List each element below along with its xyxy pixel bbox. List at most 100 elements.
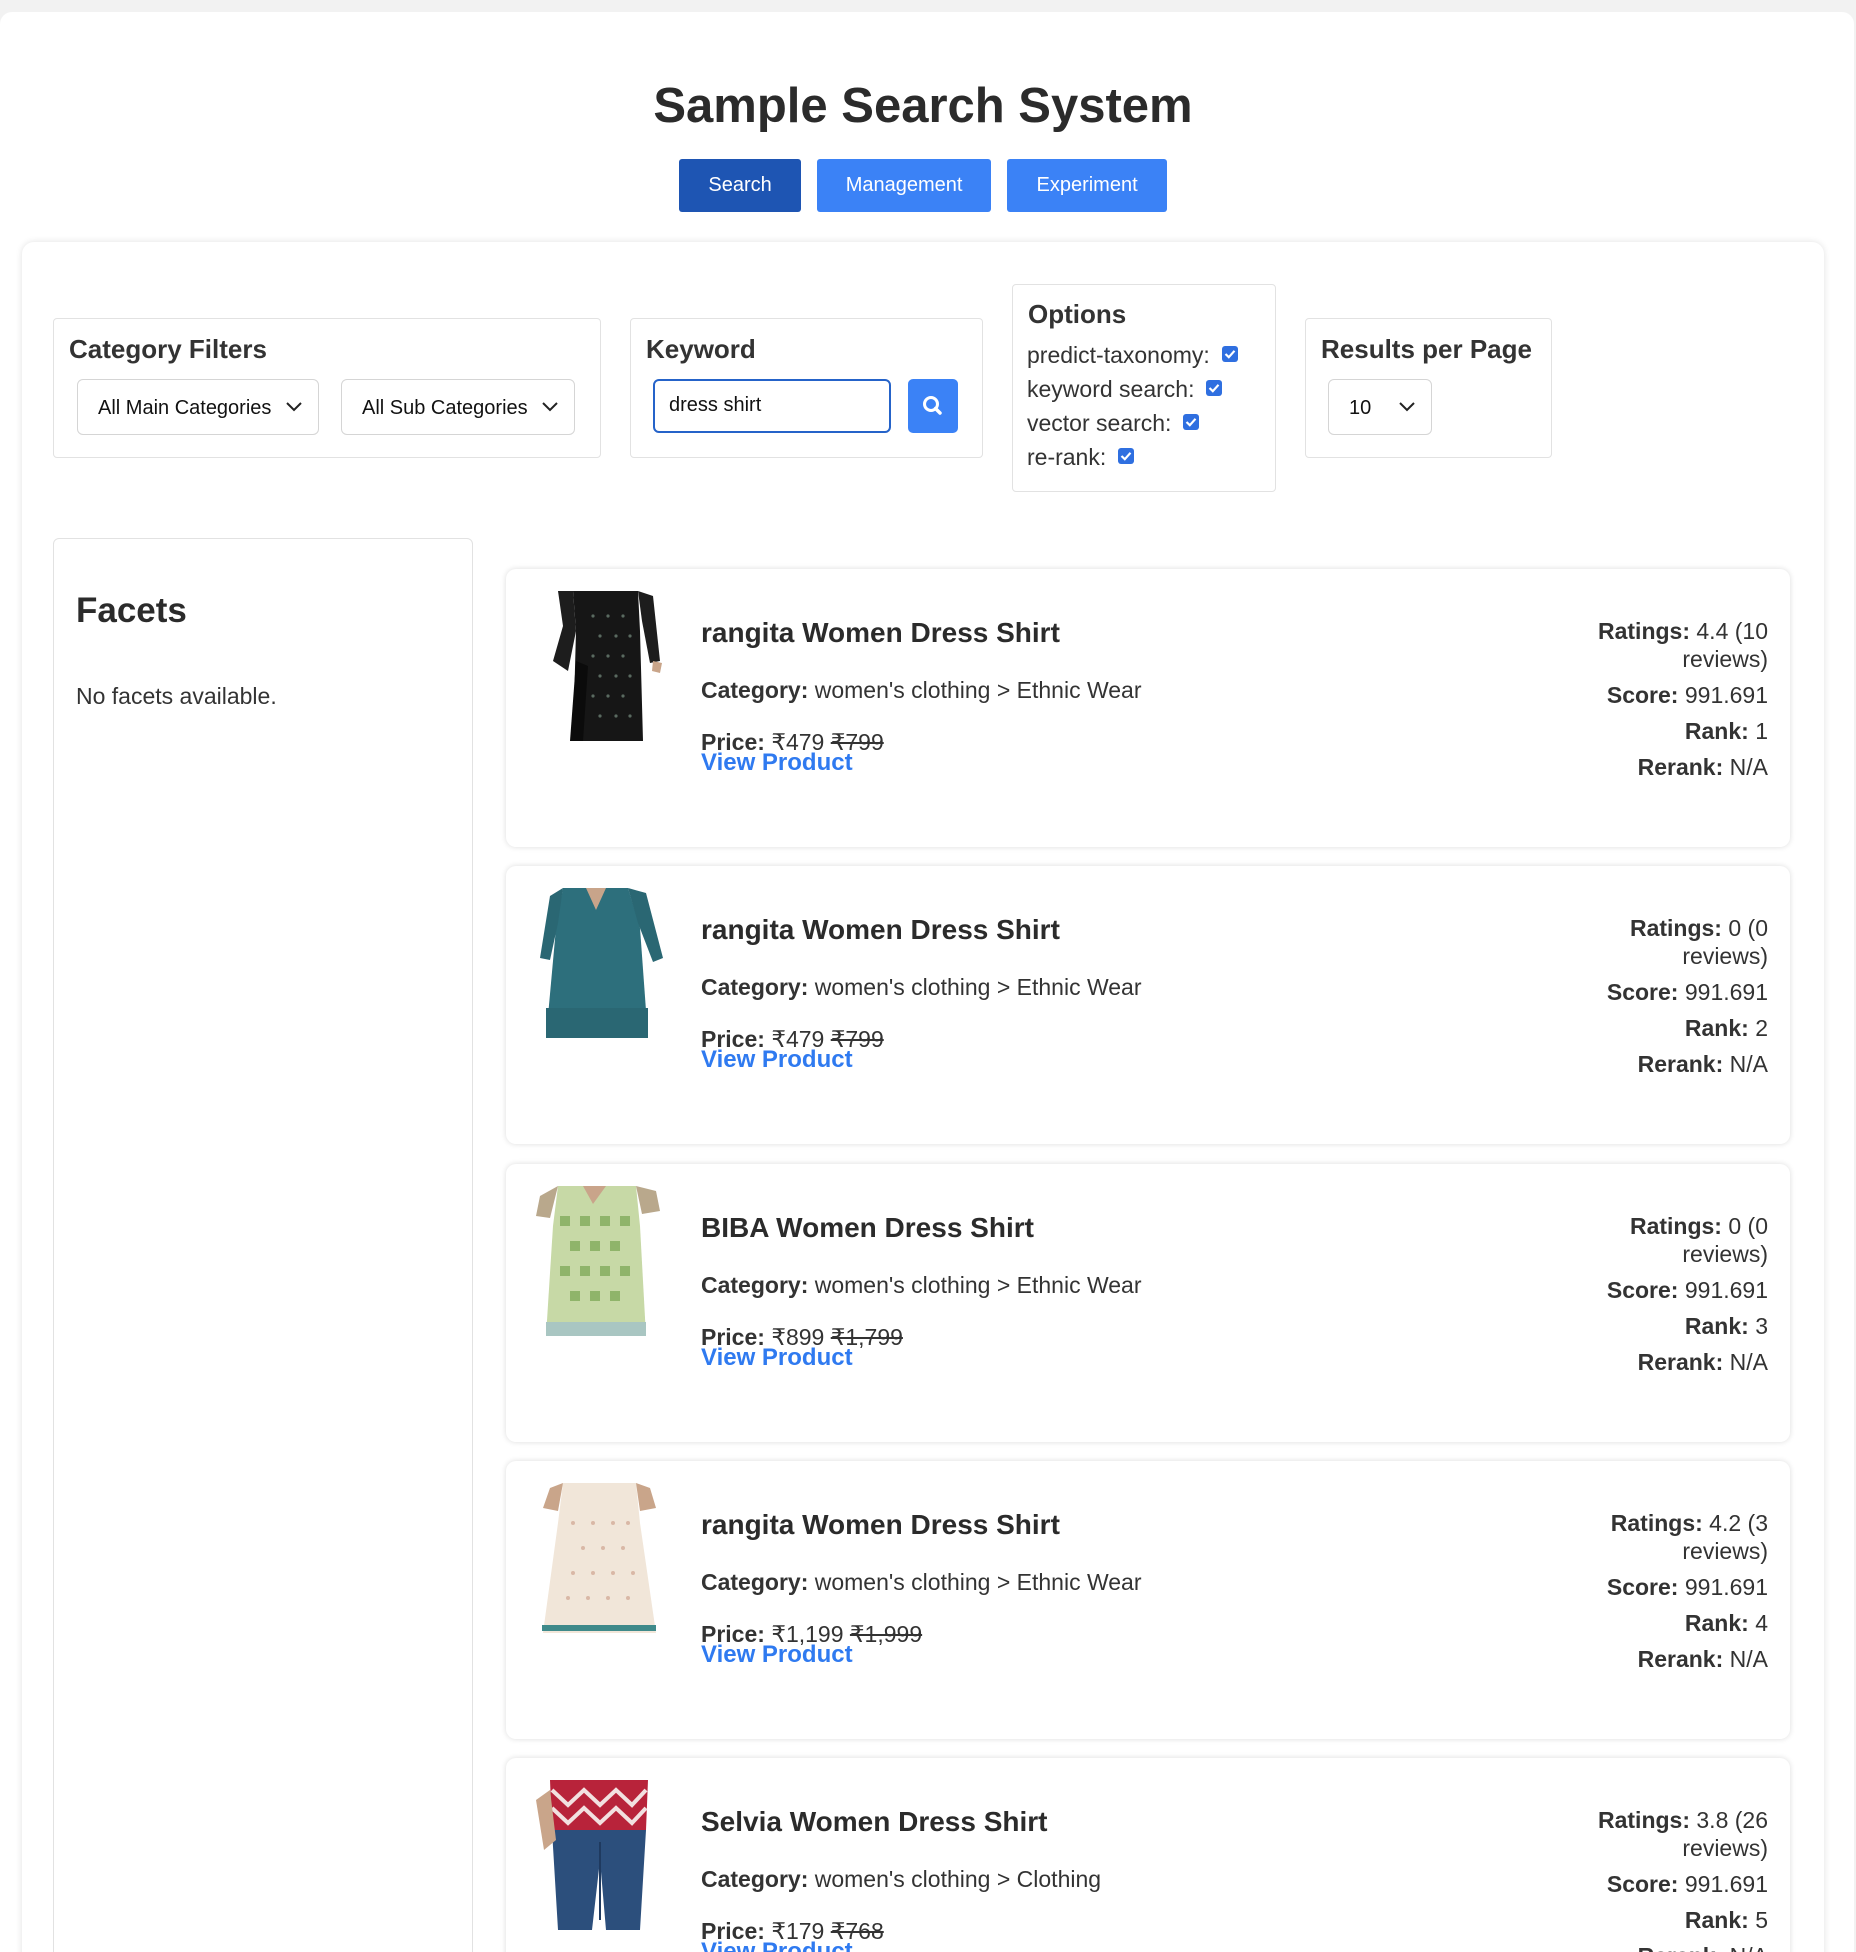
rank-label: Rank:: [1684, 1610, 1749, 1636]
chevron-down-icon: [1399, 402, 1415, 412]
result-stats: Ratings: 0 (0 reviews) Score: 991.691 Ra…: [1548, 1212, 1768, 1376]
category-filters-title: Category Filters: [69, 334, 267, 364]
re-rank-checkbox[interactable]: [1118, 447, 1135, 464]
option-vector-search: vector search:: [1027, 408, 1200, 438]
rerank-value: N/A: [1729, 1051, 1768, 1077]
keyword-search-checkbox[interactable]: [1206, 379, 1223, 396]
tab-management[interactable]: Management: [816, 159, 992, 212]
category-label: Category:: [701, 974, 809, 1000]
product-name: rangita Women Dress Shirt: [701, 1509, 1060, 1540]
score-label: Score:: [1606, 1574, 1679, 1600]
keyword-title: Keyword: [646, 334, 756, 364]
rerank-line: Rerank: N/A: [1548, 1645, 1768, 1673]
product-category: Category: women's clothing > Clothing: [701, 1866, 1101, 1893]
keyword-input[interactable]: dress shirt: [653, 379, 891, 433]
chevron-down-icon: [286, 402, 302, 412]
ratings-line: Ratings: 3.8 (26: [1548, 1806, 1768, 1834]
rank-line: Rank: 5: [1548, 1906, 1768, 1934]
ratings-reviews: reviews): [1682, 943, 1768, 969]
view-product-link[interactable]: View Product: [701, 1046, 853, 1074]
rank-line: Rank: 3: [1548, 1312, 1768, 1340]
rerank-label: Rerank:: [1638, 1943, 1724, 1952]
score-line: Score: 991.691: [1548, 1276, 1768, 1304]
product-name: rangita Women Dress Shirt: [701, 914, 1060, 945]
category-value: women's clothing > Clothing: [814, 1866, 1102, 1892]
result-card: BIBA Women Dress Shirt Category: women's…: [506, 1164, 1790, 1442]
product-category: Category: women's clothing > Ethnic Wear: [701, 1272, 1142, 1299]
product-category: Category: women's clothing > Ethnic Wear: [701, 1569, 1142, 1596]
ratings-label: Ratings:: [1629, 1213, 1722, 1239]
ratings-line: Ratings: 4.2 (3: [1548, 1509, 1768, 1537]
vector-search-checkbox[interactable]: [1183, 413, 1200, 430]
rerank-label: Rerank:: [1637, 1646, 1724, 1672]
tab-search[interactable]: Search: [679, 159, 801, 212]
tab-experiment[interactable]: Experiment: [1007, 159, 1167, 212]
ratings-value: 0 (0: [1728, 1213, 1768, 1239]
ratings-line: Ratings: 0 (0: [1548, 914, 1768, 942]
sub-category-value: All Sub Categories: [362, 397, 528, 419]
category-label: Category:: [701, 1272, 809, 1298]
ratings-label: Ratings:: [1610, 1510, 1703, 1536]
search-icon: [923, 396, 942, 415]
keyword-box: Keyword dress shirt: [630, 318, 983, 458]
category-value: women's clothing > Ethnic Wear: [814, 974, 1142, 1000]
product-name: BIBA Women Dress Shirt: [701, 1212, 1034, 1243]
rank-label: Rank:: [1684, 1015, 1749, 1041]
results-per-page-select[interactable]: 10: [1328, 379, 1432, 435]
rank-value: 4: [1755, 1610, 1768, 1636]
predict-taxonomy-checkbox[interactable]: [1221, 345, 1238, 362]
product-image: [528, 591, 668, 741]
category-label: Category:: [701, 1866, 809, 1892]
option-label: keyword search:: [1027, 376, 1195, 402]
score-label: Score:: [1606, 682, 1679, 708]
score-value: 991.691: [1684, 682, 1768, 708]
app-window: Sample Search System Search Management E…: [0, 12, 1854, 1952]
main-category-value: All Main Categories: [98, 397, 272, 419]
sub-category-select[interactable]: All Sub Categories: [341, 379, 575, 435]
ratings-line: Ratings: 0 (0: [1548, 1212, 1768, 1240]
facets-panel: Facets No facets available.: [53, 538, 473, 1952]
rank-label: Rank:: [1684, 1907, 1749, 1933]
option-label: predict-taxonomy:: [1027, 342, 1210, 368]
ratings-reviews: reviews): [1682, 1241, 1768, 1267]
product-name: Selvia Women Dress Shirt: [701, 1806, 1048, 1837]
rank-value: 3: [1755, 1313, 1768, 1339]
rank-line: Rank: 4: [1548, 1609, 1768, 1637]
view-product-link[interactable]: View Product: [701, 1344, 853, 1372]
result-card: rangita Women Dress Shirt Category: wome…: [506, 1461, 1790, 1739]
score-line: Score: 991.691: [1548, 1870, 1768, 1898]
result-stats: Ratings: 3.8 (26 reviews) Score: 991.691…: [1548, 1806, 1768, 1952]
product-category: Category: women's clothing > Ethnic Wear: [701, 677, 1142, 704]
rerank-label: Rerank:: [1637, 1051, 1724, 1077]
view-product-link[interactable]: View Product: [701, 1938, 853, 1952]
score-value: 991.691: [1684, 979, 1768, 1005]
category-label: Category:: [701, 1569, 809, 1595]
view-product-link[interactable]: View Product: [701, 1641, 853, 1669]
score-line: Score: 991.691: [1548, 1573, 1768, 1601]
page-title: Sample Search System: [653, 79, 1193, 133]
ratings-reviews: reviews): [1682, 1835, 1768, 1861]
category-value: women's clothing > Ethnic Wear: [814, 677, 1142, 703]
score-label: Score:: [1606, 1871, 1679, 1897]
options-box: Options predict-taxonomy: keyword search…: [1012, 284, 1276, 492]
category-value: women's clothing > Ethnic Wear: [814, 1272, 1142, 1298]
rank-value: 2: [1755, 1015, 1768, 1041]
rank-label: Rank:: [1684, 718, 1749, 744]
score-line: Score: 991.691: [1548, 978, 1768, 1006]
main-category-select[interactable]: All Main Categories: [77, 379, 319, 435]
original-price: ₹1,999: [849, 1621, 923, 1647]
rank-value: 5: [1755, 1907, 1768, 1933]
ratings-value: 4.4 (10: [1696, 618, 1768, 644]
view-product-link[interactable]: View Product: [701, 749, 853, 777]
result-stats: Ratings: 4.2 (3 reviews) Score: 991.691 …: [1548, 1509, 1768, 1673]
option-label: re-rank:: [1027, 444, 1107, 470]
rerank-line: Rerank: N/A: [1548, 1942, 1768, 1952]
search-button[interactable]: [908, 379, 958, 433]
product-category: Category: women's clothing > Ethnic Wear: [701, 974, 1142, 1001]
result-stats: Ratings: 4.4 (10 reviews) Score: 991.691…: [1548, 617, 1768, 781]
ratings-reviews: reviews): [1682, 1538, 1768, 1564]
rerank-line: Rerank: N/A: [1548, 1348, 1768, 1376]
results-per-page-box: Results per Page 10: [1305, 318, 1552, 458]
result-card: rangita Women Dress Shirt Category: wome…: [506, 569, 1790, 847]
product-image: [528, 1483, 668, 1633]
